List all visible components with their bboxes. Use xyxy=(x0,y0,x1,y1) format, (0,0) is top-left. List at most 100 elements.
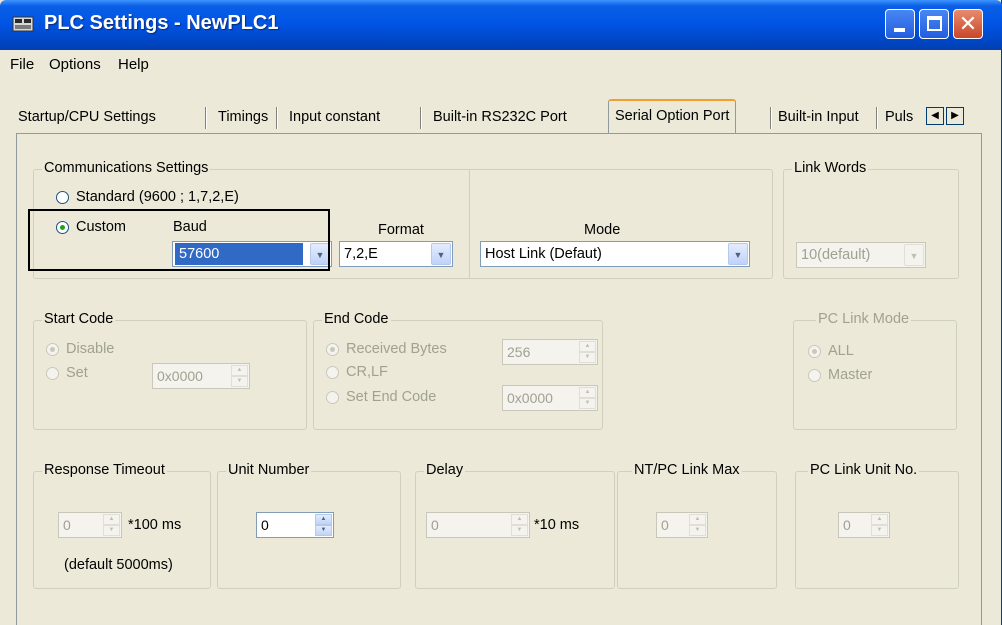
radio-dot xyxy=(326,391,339,404)
tab-serial-option-port[interactable]: Serial Option Port xyxy=(608,99,737,133)
mode-label: Mode xyxy=(584,222,621,238)
window-title: PLC Settings - NewPLC1 xyxy=(44,12,279,34)
communications-settings-label: Communications Settings xyxy=(42,160,211,176)
tab-separator xyxy=(876,107,878,129)
format-label: Format xyxy=(378,222,424,238)
chevron-down-icon: ▼ xyxy=(431,243,451,265)
set-end-code-value: 0x0000 xyxy=(507,390,553,406)
nt-pc-link-max-spinner[interactable]: 0 ▲ ▼ xyxy=(656,512,708,538)
spin-down-icon[interactable]: ▼ xyxy=(103,525,120,536)
tab-puls[interactable]: Puls xyxy=(881,105,921,132)
title-bar[interactable]: PLC Settings - NewPLC1 ✕ xyxy=(0,0,1002,50)
spin-up-icon[interactable]: ▲ xyxy=(231,365,248,376)
arrow-left-icon: ◀ xyxy=(931,110,939,121)
maximize-icon xyxy=(927,16,942,31)
menu-options[interactable]: Options xyxy=(49,56,101,73)
menu-file[interactable]: File xyxy=(10,56,34,73)
spin-up-icon[interactable]: ▲ xyxy=(103,514,120,525)
radio-dot xyxy=(46,343,59,356)
maximize-button[interactable] xyxy=(919,9,949,39)
spin-up-icon[interactable]: ▲ xyxy=(579,341,596,352)
pc-link-all-label: ALL xyxy=(828,343,854,359)
response-timeout-note: (default 5000ms) xyxy=(64,557,173,573)
crlf-label: CR,LF xyxy=(346,364,388,380)
pc-link-mode-label: PC Link Mode xyxy=(816,311,912,327)
pc-link-unit-no-value: 0 xyxy=(843,517,851,533)
tab-builtin-input[interactable]: Built-in Input xyxy=(774,105,859,132)
delay-value: 0 xyxy=(431,517,439,533)
menu-help[interactable]: Help xyxy=(118,56,149,73)
nt-pc-link-max-label: NT/PC Link Max xyxy=(632,462,742,478)
spin-down-icon[interactable]: ▼ xyxy=(579,352,596,363)
unit-number-value: 0 xyxy=(261,517,269,533)
delay-spinner[interactable]: 0 ▲ ▼ xyxy=(426,512,530,538)
spin-down-icon[interactable]: ▼ xyxy=(511,525,528,536)
spin-down-icon[interactable]: ▼ xyxy=(689,525,706,536)
start-code-group: Start Code Disable Set 0x0000 ▲ ▼ xyxy=(33,311,307,430)
close-button[interactable]: ✕ xyxy=(953,9,983,39)
response-timeout-spinner[interactable]: 0 ▲ ▼ xyxy=(58,512,122,538)
radio-dot xyxy=(326,366,339,379)
set-end-code-label: Set End Code xyxy=(346,389,437,405)
spin-down-icon[interactable]: ▼ xyxy=(315,525,332,536)
response-timeout-value: 0 xyxy=(63,517,71,533)
start-code-disable-label: Disable xyxy=(66,341,115,357)
mode-select[interactable]: Host Link (Defaut) ▼ xyxy=(480,241,750,267)
nt-pc-link-max-value: 0 xyxy=(661,517,669,533)
nt-pc-link-max-group: NT/PC Link Max 0 ▲ ▼ xyxy=(617,462,777,589)
minimize-button[interactable] xyxy=(885,9,915,39)
end-code-label: End Code xyxy=(322,311,391,327)
spin-down-icon[interactable]: ▼ xyxy=(231,376,248,387)
tab-builtin-rs232c[interactable]: Built-in RS232C Port xyxy=(429,105,567,132)
link-words-value: 10(default) xyxy=(801,247,871,263)
serial-option-port-panel: Communications Settings Standard (9600 ;… xyxy=(16,133,982,625)
spin-down-icon[interactable]: ▼ xyxy=(871,525,888,536)
spin-up-icon[interactable]: ▲ xyxy=(315,514,332,525)
received-bytes-label: Received Bytes xyxy=(346,341,447,357)
delay-unit: *10 ms xyxy=(534,517,580,533)
spin-up-icon[interactable]: ▲ xyxy=(689,514,706,525)
chevron-down-icon: ▼ xyxy=(904,244,924,266)
chevron-down-icon: ▼ xyxy=(728,243,748,265)
set-end-code-spinner[interactable]: 0x0000 ▲ ▼ xyxy=(502,385,598,411)
pc-link-unit-no-label: PC Link Unit No. xyxy=(808,462,920,478)
tab-separator xyxy=(276,107,278,129)
link-words-group: Link Words 10(default) ▼ xyxy=(783,160,959,279)
standard-radio-label: Standard (9600 ; 1,7,2,E) xyxy=(76,189,239,205)
arrow-right-icon: ▶ xyxy=(951,110,959,121)
tab-scroll-left-button[interactable]: ◀ xyxy=(926,107,944,125)
custom-baud-highlight-box xyxy=(28,209,330,271)
unit-number-label: Unit Number xyxy=(226,462,312,478)
start-code-set-label: Set xyxy=(66,365,88,381)
radio-dot xyxy=(808,345,821,358)
radio-dot xyxy=(46,367,59,380)
radio-dot xyxy=(326,343,339,356)
start-code-value: 0x0000 xyxy=(157,368,203,384)
spin-up-icon[interactable]: ▲ xyxy=(579,387,596,398)
spin-down-icon[interactable]: ▼ xyxy=(579,398,596,409)
tab-timings[interactable]: Timings xyxy=(214,105,268,132)
format-value: 7,2,E xyxy=(344,246,378,262)
pc-link-unit-no-group: PC Link Unit No. 0 ▲ ▼ xyxy=(795,462,959,589)
format-select[interactable]: 7,2,E ▼ xyxy=(339,241,453,267)
mode-value: Host Link (Defaut) xyxy=(485,246,602,262)
plc-settings-window: PLC Settings - NewPLC1 ✕ File Options He… xyxy=(0,0,1002,625)
spin-up-icon[interactable]: ▲ xyxy=(511,514,528,525)
minimize-icon xyxy=(894,28,905,32)
spin-up-icon[interactable]: ▲ xyxy=(871,514,888,525)
start-code-spinner[interactable]: 0x0000 ▲ ▼ xyxy=(152,363,250,389)
menu-bar: File Options Help xyxy=(0,52,1002,80)
end-code-group: End Code Received Bytes 256 ▲ ▼ CR,LF Set… xyxy=(313,311,603,430)
response-timeout-group: Response Timeout 0 ▲ ▼ *100 ms (default 5… xyxy=(33,462,211,589)
tab-startup-cpu[interactable]: Startup/CPU Settings xyxy=(14,105,156,132)
pc-link-unit-no-spinner[interactable]: 0 ▲ ▼ xyxy=(838,512,890,538)
tab-input-constant[interactable]: Input constant xyxy=(285,105,380,132)
tab-scroll-right-button[interactable]: ▶ xyxy=(946,107,964,125)
delay-group: Delay 0 ▲ ▼ *10 ms xyxy=(415,462,615,589)
close-icon: ✕ xyxy=(958,11,978,36)
link-words-select[interactable]: 10(default) ▼ xyxy=(796,242,926,268)
received-bytes-spinner[interactable]: 256 ▲ ▼ xyxy=(502,339,598,365)
tab-strip: Startup/CPU Settings Timings Input const… xyxy=(14,97,976,133)
group-divider xyxy=(469,170,470,278)
unit-number-spinner[interactable]: 0 ▲ ▼ xyxy=(256,512,334,538)
